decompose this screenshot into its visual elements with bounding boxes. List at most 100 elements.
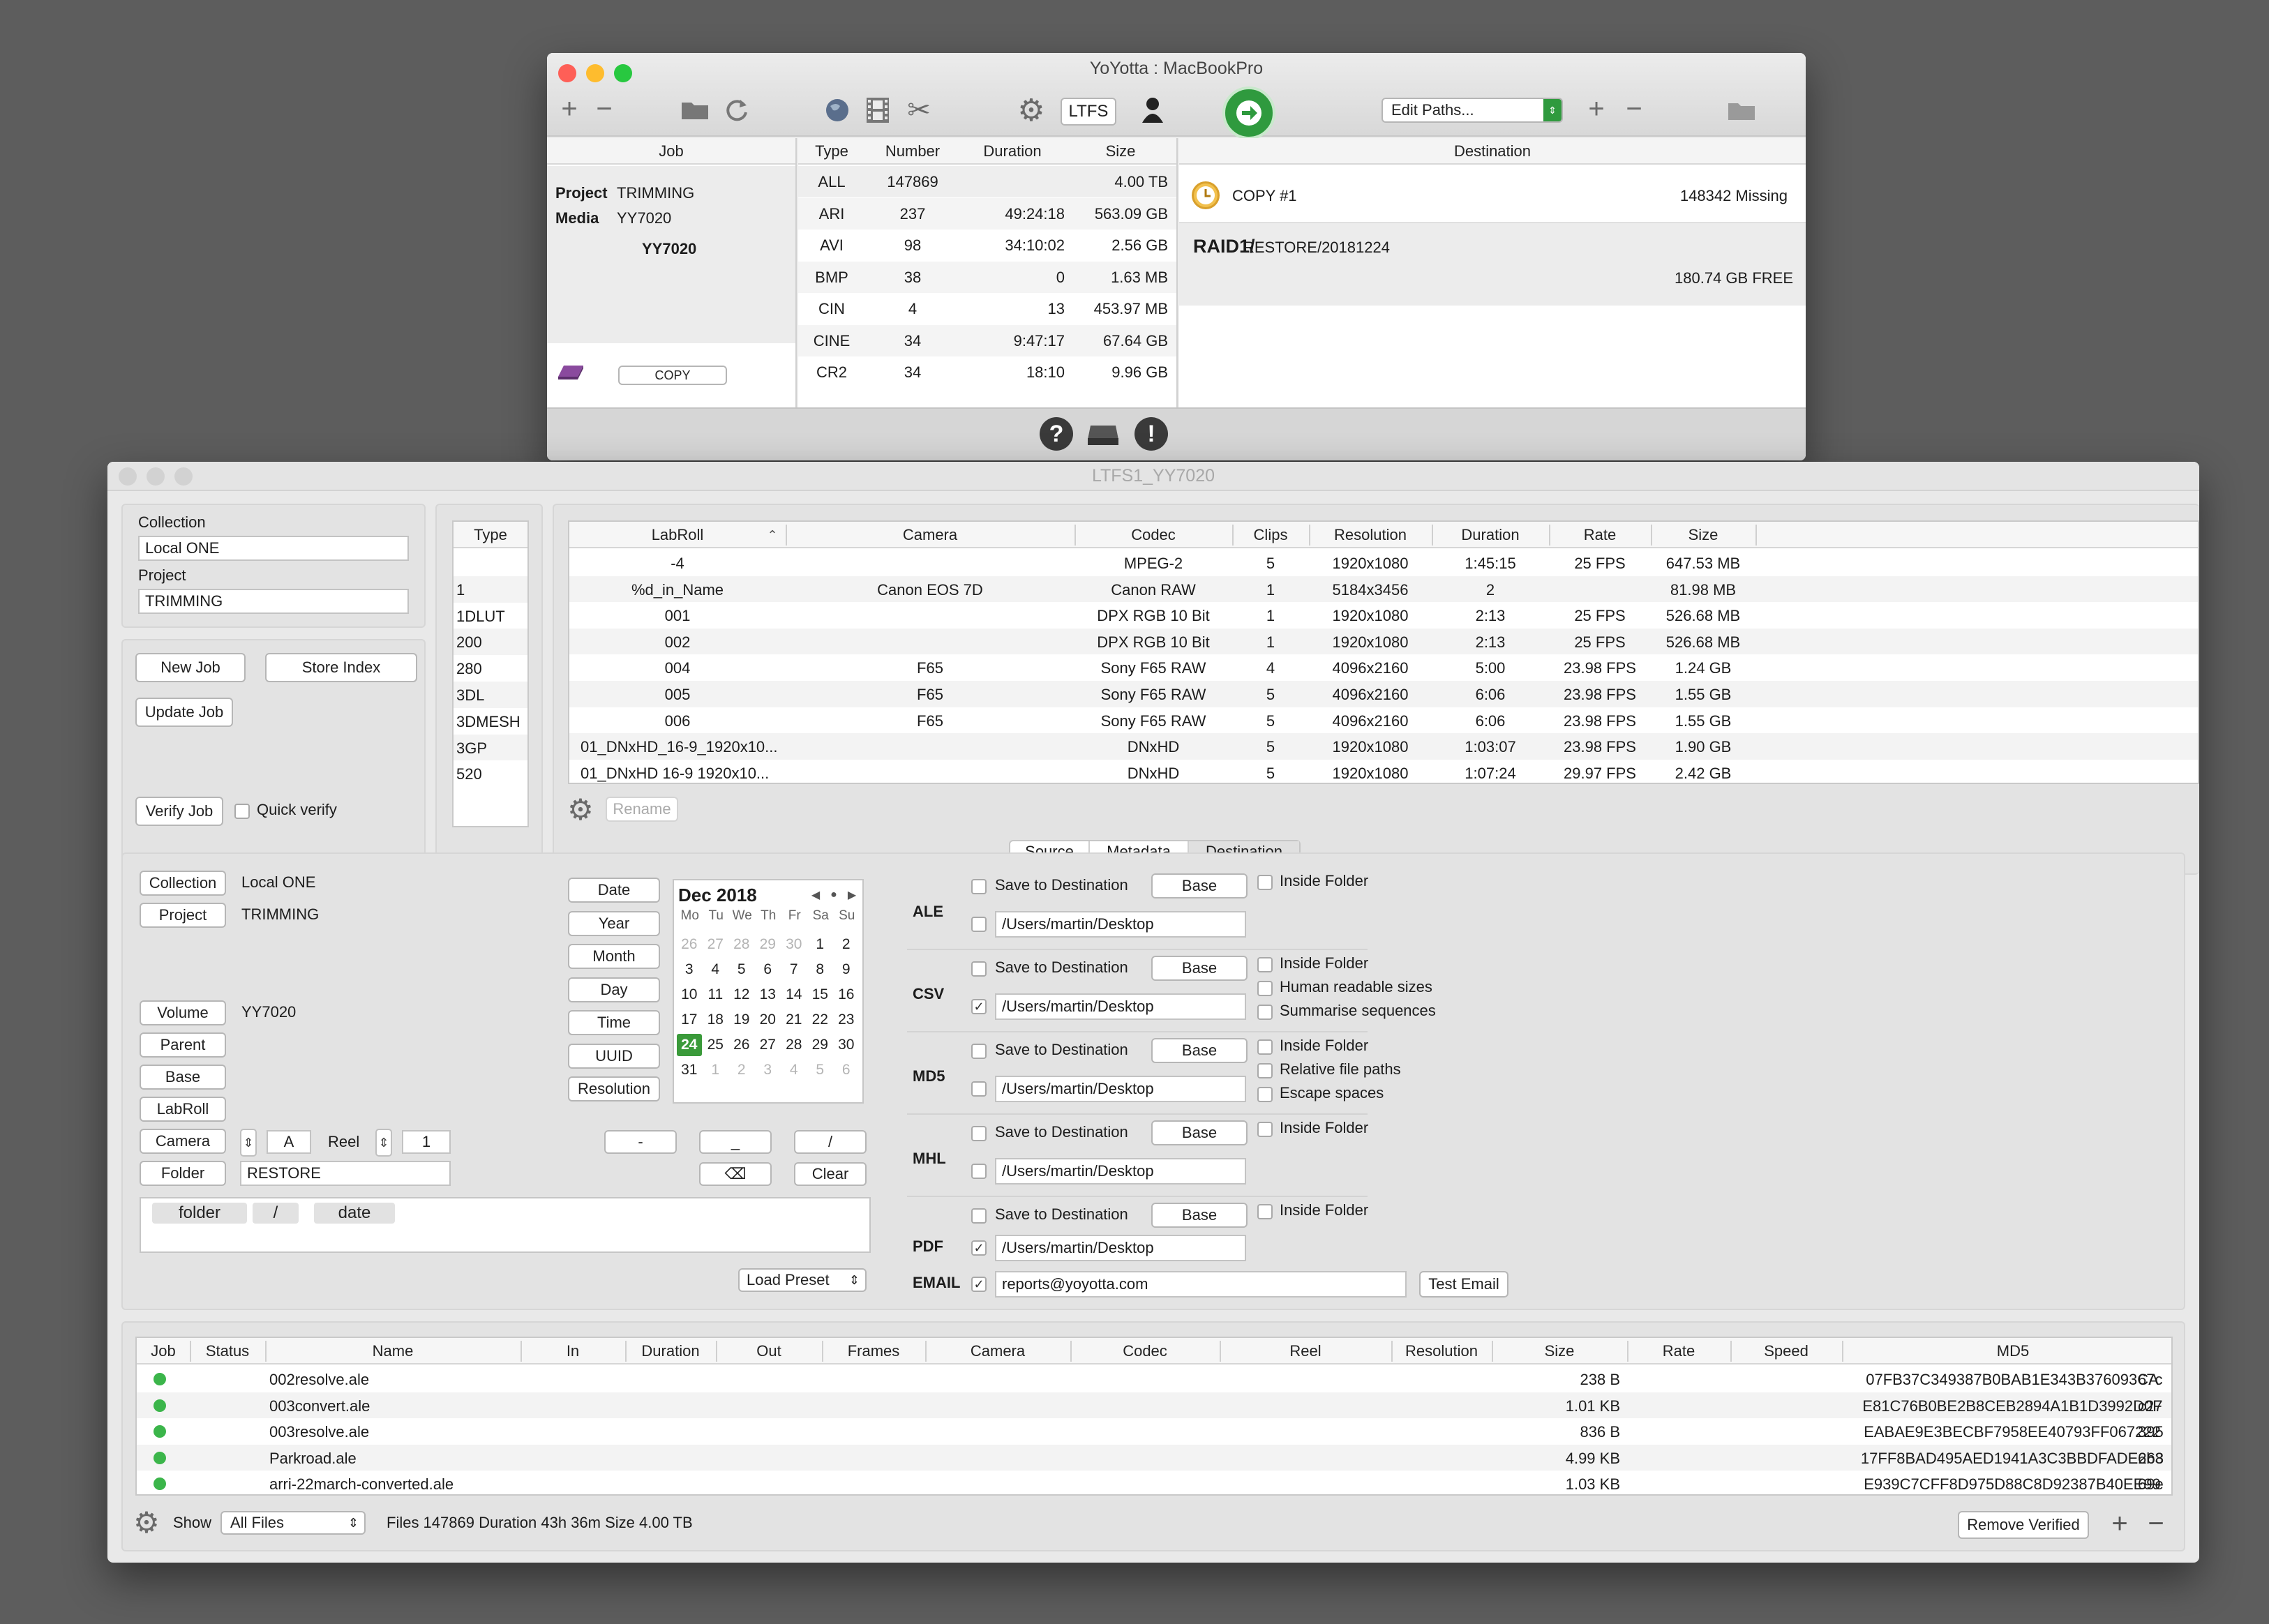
summarise-checkbox[interactable] [1257,1005,1273,1020]
edit-paths-select[interactable]: Edit Paths... ⇕ [1381,98,1563,123]
labroll-row[interactable]: 01_DNxHD 16-9 1920x10... DNxHD 5 1920x1080 1… [569,759,2198,783]
col-duration[interactable]: Duration [1432,526,1549,544]
project-field[interactable]: TRIMMING [138,589,409,614]
next-month-icon[interactable]: ▶ [846,887,858,903]
col-rate[interactable]: Rate [1627,1342,1730,1360]
prev-month-icon[interactable]: ◀ [809,887,822,903]
calendar-day[interactable]: 10 [677,984,702,1006]
calendar-day[interactable]: 29 [808,1034,833,1056]
col-in[interactable]: In [521,1342,625,1360]
calendar-day[interactable]: 22 [808,1009,833,1031]
calendar-day[interactable]: 4 [781,1059,807,1081]
job-row[interactable]: arri-22march-converted.ale 1.03 KB E939C7C… [137,1471,2171,1494]
col-duration[interactable]: Duration [960,142,1065,160]
ale-path-checkbox[interactable] [971,917,987,932]
calendar-day[interactable]: 1 [703,1059,728,1081]
type-list-item[interactable]: 1DLUT [454,602,527,629]
type-row[interactable]: AVI 98 34:10:02 2.56 GB [798,230,1176,261]
type-list-item[interactable]: 3GP [454,734,527,761]
escape-checkbox[interactable] [1257,1087,1273,1102]
go-button[interactable] [1222,87,1275,140]
calendar-day[interactable]: 31 [677,1059,702,1081]
calendar-day[interactable]: 5 [808,1059,833,1081]
date-token-button[interactable]: Date [568,878,660,903]
remove-icon[interactable]: − [592,93,617,124]
col-labroll[interactable]: LabRoll [569,526,786,544]
md5-path-checkbox[interactable] [971,1081,987,1097]
calendar-day[interactable]: 28 [781,1034,807,1056]
col-size[interactable]: Size [1651,526,1755,544]
reel-field[interactable]: 1 [402,1130,451,1154]
calendar-day[interactable]: 6 [834,1059,859,1081]
type-list-item[interactable]: 3DMESH [454,707,527,735]
volume-token-button[interactable]: Volume [140,1000,226,1025]
calendar-day[interactable]: 18 [703,1009,728,1031]
drive-icon[interactable] [1086,419,1122,449]
pdf-inside-folder-checkbox[interactable] [1257,1204,1273,1219]
base-token-button[interactable]: Base [140,1065,226,1090]
type-list-item[interactable] [454,550,527,576]
calendar-day[interactable]: 3 [756,1059,781,1081]
folder-field[interactable]: RESTORE [240,1161,451,1186]
labroll-token-button[interactable]: LabRoll [140,1097,226,1122]
rename-button[interactable]: Rename [606,797,678,822]
csv-path-field[interactable]: /Users/martin/Desktop [995,993,1246,1020]
col-out[interactable]: Out [716,1342,822,1360]
col-codec[interactable]: Codec [1070,1342,1220,1360]
token-chip[interactable]: date [314,1203,395,1224]
calendar-day[interactable]: 1 [808,933,833,956]
underscore-separator-button[interactable]: _ [699,1130,772,1154]
col-size[interactable]: Size [1492,1342,1627,1360]
col-size[interactable]: Size [1065,142,1176,160]
calendar-day[interactable]: 30 [834,1034,859,1056]
col-camera[interactable]: Camera [925,1342,1070,1360]
collection-field[interactable]: Local ONE [138,536,409,561]
col-duration[interactable]: Duration [625,1342,716,1360]
ltfs-button[interactable]: LTFS [1061,98,1116,126]
project-token-button[interactable]: Project [140,903,226,928]
type-list-item[interactable]: 3DL [454,682,527,708]
calendar-day[interactable]: 30 [781,933,807,956]
col-rate[interactable]: Rate [1549,526,1651,544]
labroll-row[interactable]: 006 F65 Sony F65 RAW 5 4096x2160 6:06 23.98 FP… [569,707,2198,734]
type-row[interactable]: CINE 34 9:47:17 67.64 GB [798,324,1176,356]
calendar-day[interactable]: 4 [703,958,728,981]
col-codec[interactable]: Codec [1074,526,1232,544]
col-frames[interactable]: Frames [822,1342,925,1360]
globe-icon[interactable] [823,96,851,124]
parent-token-button[interactable]: Parent [140,1032,226,1058]
type-row[interactable]: ARI 237 49:24:18 563.09 GB [798,197,1176,230]
add-icon[interactable]: + [557,93,582,124]
calendar-day[interactable]: 27 [703,933,728,956]
pdf-path-checkbox[interactable]: ✓ [971,1240,987,1256]
col-type[interactable]: Type [798,142,865,160]
relative-checkbox[interactable] [1257,1063,1273,1078]
calendar-day[interactable]: 5 [729,958,754,981]
gear-icon[interactable]: ⚙ [1016,93,1047,128]
calendar-day[interactable]: 2 [834,933,859,956]
md5-path-field[interactable]: /Users/martin/Desktop [995,1076,1246,1102]
calendar-day[interactable]: 3 [677,958,702,981]
labroll-row[interactable]: 001 DPX RGB 10 Bit 1 1920x1080 2:13 25 FPS 526… [569,602,2198,629]
calendar-day[interactable]: 16 [834,984,859,1006]
md5-inside-folder-checkbox[interactable] [1257,1039,1273,1055]
calendar-day[interactable]: 12 [729,984,754,1006]
mhl-path-checkbox[interactable] [971,1164,987,1179]
type-list-item[interactable]: 520 [454,760,527,788]
quick-verify-checkbox[interactable] [234,804,250,819]
pdf-save-checkbox[interactable] [971,1208,987,1224]
help-icon[interactable]: ? [1040,417,1073,451]
col-resolution[interactable]: Resolution [1391,1342,1492,1360]
job-row[interactable]: 002resolve.ale 238 B 07FB37C349387B0BAB1E3… [137,1366,2171,1392]
md5-save-checkbox[interactable] [971,1044,987,1059]
type-header[interactable]: Type [454,526,527,544]
col-reel[interactable]: Reel [1220,1342,1391,1360]
col-camera[interactable]: Camera [786,526,1074,544]
calendar-day[interactable]: 9 [834,958,859,981]
human_readable-checkbox[interactable] [1257,981,1273,996]
resolution-token-button[interactable]: Resolution [568,1076,660,1102]
user-icon[interactable] [1139,95,1167,126]
calendar-day[interactable]: 21 [781,1009,807,1031]
mhl-path-field[interactable]: /Users/martin/Desktop [995,1158,1246,1185]
alert-icon[interactable]: ! [1134,417,1168,451]
